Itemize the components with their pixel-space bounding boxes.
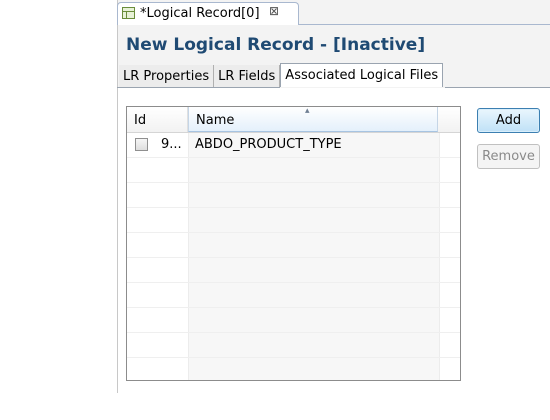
column-header-name-label: Name bbox=[196, 113, 235, 128]
row-checkbox[interactable] bbox=[135, 138, 148, 151]
tab-strip-divider bbox=[299, 24, 550, 25]
grid-line bbox=[127, 157, 460, 158]
tab-associated-logical-files[interactable]: Associated Logical Files bbox=[280, 63, 444, 87]
page-title: New Logical Record - [Inactive] bbox=[126, 35, 426, 55]
table-row[interactable]: 9... ABDO_PRODUCT_TYPE bbox=[127, 133, 438, 157]
grid-line bbox=[127, 357, 460, 358]
grid-line bbox=[127, 307, 460, 308]
editor-tab-label: *Logical Record[0] bbox=[140, 6, 260, 21]
subtab-bar: LR Properties LR Fields Associated Logic… bbox=[119, 63, 444, 88]
column-header-filler bbox=[438, 107, 460, 132]
grid-line bbox=[127, 207, 460, 208]
grid-line bbox=[127, 257, 460, 258]
tab-lr-fields[interactable]: LR Fields bbox=[214, 65, 281, 87]
editor-tab[interactable]: *Logical Record[0] ⊠ bbox=[117, 2, 299, 25]
cell-id: 9... bbox=[161, 137, 182, 152]
cell-name: ABDO_PRODUCT_TYPE bbox=[195, 137, 342, 152]
tab-lr-properties[interactable]: LR Properties bbox=[119, 65, 215, 87]
table-header: Id ▴ Name bbox=[127, 107, 460, 133]
sort-ascending-icon: ▴ bbox=[305, 106, 310, 116]
grid-line bbox=[127, 332, 460, 333]
column-header-id[interactable]: Id bbox=[127, 107, 188, 132]
table-icon bbox=[122, 7, 135, 19]
close-icon[interactable]: ⊠ bbox=[269, 4, 279, 18]
subtab-divider bbox=[445, 87, 550, 88]
associated-files-table: Id ▴ Name 9... ABDO_PRODUCT_TYPE bbox=[126, 106, 461, 381]
grid-line bbox=[127, 282, 460, 283]
grid-line bbox=[127, 232, 460, 233]
column-header-name[interactable]: ▴ Name bbox=[188, 107, 438, 132]
grid-line bbox=[127, 182, 460, 183]
remove-button[interactable]: Remove bbox=[477, 144, 540, 169]
column-header-id-label: Id bbox=[134, 113, 147, 128]
add-button[interactable]: Add bbox=[477, 108, 540, 133]
